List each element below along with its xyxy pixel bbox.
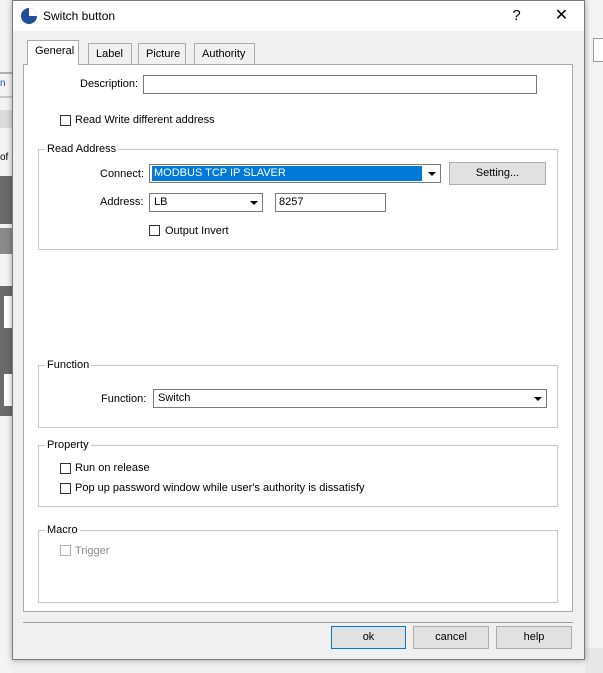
function-value: Switch xyxy=(158,392,191,404)
background-block xyxy=(4,296,12,328)
macro-group: Macro xyxy=(38,524,558,603)
tab-authority[interactable]: Authority xyxy=(194,43,255,64)
background-block xyxy=(0,228,12,254)
connect-value: MODBUS TCP IP SLAVER xyxy=(152,166,422,181)
output-invert-checkbox[interactable] xyxy=(149,225,160,236)
function-legend: Function xyxy=(45,359,92,371)
trigger-label: Trigger xyxy=(75,545,110,557)
macro-legend: Macro xyxy=(45,524,80,536)
popup-password-checkbox[interactable] xyxy=(60,483,71,494)
read-write-different-label: Read Write different address xyxy=(75,114,215,126)
address-type-value: LB xyxy=(154,196,168,208)
cancel-button[interactable]: cancel xyxy=(413,626,489,649)
read-write-different-checkbox[interactable] xyxy=(60,115,71,126)
footer-separator xyxy=(23,622,573,623)
background-app-right xyxy=(585,0,603,673)
setting-button[interactable]: Setting... xyxy=(449,162,546,185)
general-tab-panel: Description: Read Write different addres… xyxy=(23,64,573,612)
trigger-checkbox xyxy=(60,545,71,556)
help-title-button[interactable]: ? xyxy=(494,1,539,31)
function-select[interactable]: Switch xyxy=(153,389,547,408)
connect-label: Connect: xyxy=(100,168,145,180)
read-address-legend: Read Address xyxy=(45,143,119,155)
help-button[interactable]: help xyxy=(496,626,572,649)
app-icon xyxy=(21,8,37,24)
popup-password-label: Pop up password window while user's auth… xyxy=(75,482,365,494)
background-app-left: n of xyxy=(0,0,12,673)
connect-select[interactable]: MODBUS TCP IP SLAVER xyxy=(149,164,441,183)
background-control xyxy=(593,38,603,62)
function-label: Function: xyxy=(101,393,147,405)
address-input[interactable]: 8257 xyxy=(275,193,386,212)
background-block xyxy=(585,648,603,673)
description-input[interactable] xyxy=(143,75,537,94)
output-invert-label: Output Invert xyxy=(165,225,229,237)
tab-label[interactable]: Label xyxy=(88,43,132,64)
background-divider xyxy=(0,72,12,74)
title-bar[interactable]: Switch button ? ✕ xyxy=(13,1,584,31)
background-toolbar xyxy=(0,110,12,128)
background-block xyxy=(0,176,12,224)
chevron-down-icon[interactable] xyxy=(530,391,545,406)
background-text: n xyxy=(0,78,6,89)
tab-general[interactable]: General xyxy=(27,40,79,65)
address-type-select[interactable]: LB xyxy=(149,193,263,212)
property-legend: Property xyxy=(45,439,91,451)
window-title: Switch button xyxy=(43,9,116,23)
switch-button-dialog: Switch button ? ✕ General Label Picture … xyxy=(12,0,585,660)
description-label: Description: xyxy=(80,78,139,90)
tab-picture[interactable]: Picture xyxy=(138,43,186,64)
background-block xyxy=(4,374,12,406)
run-on-release-label: Run on release xyxy=(75,462,150,474)
address-label: Address: xyxy=(100,196,144,208)
run-on-release-checkbox[interactable] xyxy=(60,463,71,474)
chevron-down-icon[interactable] xyxy=(246,195,261,210)
background-text: of xyxy=(0,152,9,163)
background-divider xyxy=(0,96,12,98)
close-icon[interactable]: ✕ xyxy=(539,1,584,31)
chevron-down-icon[interactable] xyxy=(424,166,439,181)
ok-button[interactable]: ok xyxy=(331,626,406,649)
